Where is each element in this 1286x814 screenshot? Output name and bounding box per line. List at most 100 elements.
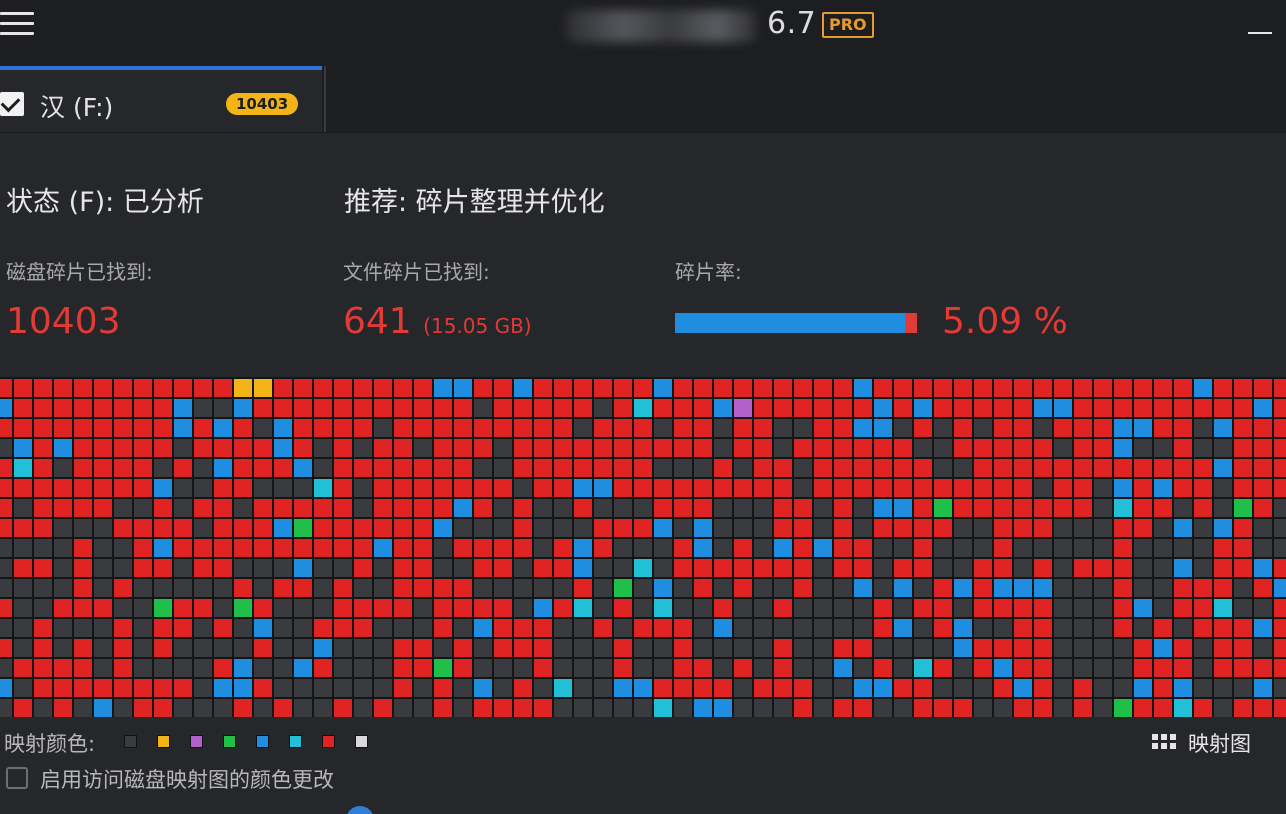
- cluster-cell: [974, 379, 992, 397]
- cluster-cell: [734, 459, 752, 477]
- cluster-cell: [674, 559, 692, 577]
- cluster-cell: [994, 439, 1012, 457]
- cluster-cell: [394, 579, 412, 597]
- tab-strip-empty-area: [324, 66, 1286, 132]
- cluster-cell: [54, 439, 72, 457]
- cluster-cell: [1154, 479, 1172, 497]
- drive-checkbox[interactable]: [0, 92, 24, 116]
- cluster-cell: [494, 639, 512, 657]
- cluster-cell: [394, 679, 412, 697]
- cluster-cell: [794, 619, 812, 637]
- cluster-cell: [254, 439, 272, 457]
- cluster-cell: [234, 619, 252, 637]
- drive-tab-f[interactable]: 汉 (F:) 10403: [0, 66, 322, 132]
- cluster-cell: [914, 459, 932, 477]
- cluster-cell: [1214, 639, 1232, 657]
- cluster-cell: [1174, 399, 1192, 417]
- cluster-cell: [1254, 459, 1272, 477]
- cluster-cell: [1154, 659, 1172, 677]
- cluster-cell: [274, 639, 292, 657]
- color-change-checkbox[interactable]: [6, 767, 28, 789]
- cluster-cell: [274, 439, 292, 457]
- cluster-cell: [714, 419, 732, 437]
- cluster-cell: [414, 619, 432, 637]
- cluster-cell: [34, 579, 52, 597]
- cluster-cell: [1014, 619, 1032, 637]
- cluster-cell: [0, 479, 12, 497]
- cluster-cell: [954, 439, 972, 457]
- cluster-cell: [334, 639, 352, 657]
- cluster-cell: [414, 659, 432, 677]
- cluster-cell: [594, 659, 612, 677]
- cluster-cell: [34, 639, 52, 657]
- cluster-cell: [794, 659, 812, 677]
- cluster-cell: [994, 479, 1012, 497]
- cluster-cell: [954, 599, 972, 617]
- cluster-cell: [994, 419, 1012, 437]
- cluster-cell: [974, 459, 992, 477]
- cluster-cell: [74, 659, 92, 677]
- cluster-cell: [854, 679, 872, 697]
- cluster-cell: [1194, 459, 1212, 477]
- cluster-cell: [334, 379, 352, 397]
- cluster-cell: [54, 419, 72, 437]
- menu-icon[interactable]: [0, 12, 34, 38]
- cluster-cell: [354, 659, 372, 677]
- cluster-cell: [234, 659, 252, 677]
- cluster-cell: [514, 519, 532, 537]
- cluster-cell: [1054, 559, 1072, 577]
- cluster-cell: [934, 419, 952, 437]
- cluster-cell: [914, 439, 932, 457]
- cluster-cell: [54, 499, 72, 517]
- cluster-cell: [674, 419, 692, 437]
- cluster-cell: [894, 639, 912, 657]
- cluster-cell: [534, 459, 552, 477]
- cluster-cell: [694, 379, 712, 397]
- cluster-cell: [1074, 479, 1092, 497]
- cluster-cell: [354, 599, 372, 617]
- cluster-cell: [54, 579, 72, 597]
- cluster-cell: [454, 519, 472, 537]
- cluster-cell: [14, 659, 32, 677]
- cluster-cell: [954, 499, 972, 517]
- cluster-cell: [734, 679, 752, 697]
- cluster-cell: [254, 539, 272, 557]
- cluster-cell: [1014, 559, 1032, 577]
- cluster-cell: [154, 619, 172, 637]
- cluster-cell: [14, 559, 32, 577]
- cluster-cell: [334, 399, 352, 417]
- color-change-label[interactable]: 启用访问磁盘映射图的颜色更改: [40, 764, 334, 794]
- cluster-cell: [374, 559, 392, 577]
- cluster-cell: [554, 399, 572, 417]
- minimize-icon[interactable]: [1248, 32, 1272, 34]
- cluster-cell: [814, 659, 832, 677]
- legend-swatch: [223, 735, 236, 748]
- defrag-window: 6.7 PRO 汉 (F:) 10403 状态 (F): 已分析 推荐: 碎片整…: [0, 0, 1286, 814]
- cluster-cell: [434, 579, 452, 597]
- cluster-cell: [494, 479, 512, 497]
- cluster-cell: [1154, 579, 1172, 597]
- cluster-cell: [1254, 379, 1272, 397]
- cluster-cell: [154, 659, 172, 677]
- cluster-cell: [914, 499, 932, 517]
- cluster-cell: [154, 539, 172, 557]
- cluster-cell: [974, 439, 992, 457]
- cluster-cell: [14, 399, 32, 417]
- cluster-cell: [1094, 459, 1112, 477]
- cluster-cell: [574, 599, 592, 617]
- cluster-cell: [94, 699, 112, 717]
- cluster-cell: [634, 699, 652, 717]
- scroll-indicator: [346, 806, 374, 814]
- cluster-cell: [194, 439, 212, 457]
- cluster-cell: [274, 699, 292, 717]
- cluster-cell: [294, 399, 312, 417]
- cluster-cell: [274, 519, 292, 537]
- cluster-cell: [514, 379, 532, 397]
- cluster-cell: [154, 459, 172, 477]
- cluster-cell: [1194, 559, 1212, 577]
- cluster-cell: [54, 379, 72, 397]
- cluster-cell: [54, 699, 72, 717]
- cluster-cell: [334, 439, 352, 457]
- cluster-cell: [354, 519, 372, 537]
- cluster-cell: [214, 579, 232, 597]
